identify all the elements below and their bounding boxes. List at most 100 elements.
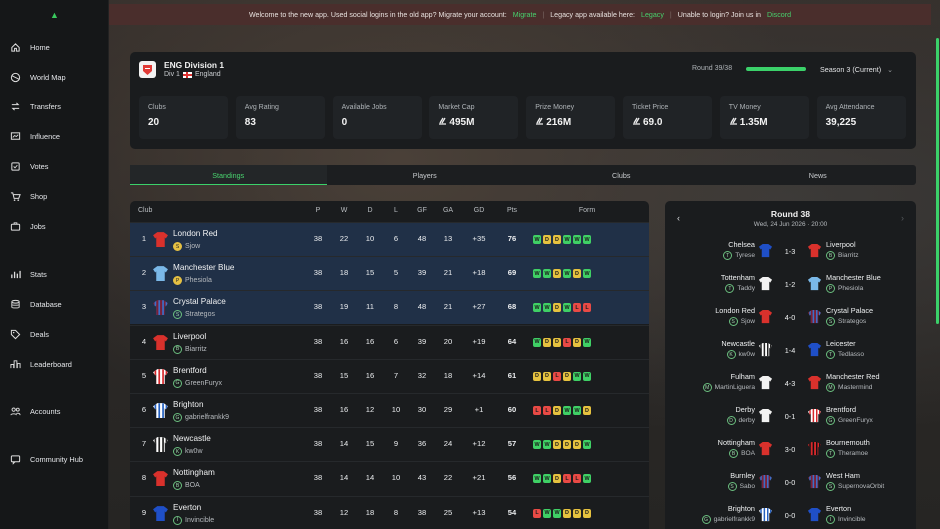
fixture-row[interactable]: Derby Dderby 0-1 Brentford G GreenFuryx <box>665 400 916 433</box>
manager-avatar-icon: S <box>173 310 182 320</box>
table-row[interactable]: 7 Newcastle Kkw0w 38 14 15 9 36 24 +12 57 W W D D D W <box>130 427 649 461</box>
stat-value: 39,225 <box>826 117 897 128</box>
sidebar-item-accounts[interactable]: Accounts <box>9 404 60 418</box>
fixture-row[interactable]: Brighton Ggabrielfrankk9 0-0 Everton I Invinc… <box>665 499 916 529</box>
migrate-link[interactable]: Migrate <box>513 11 537 19</box>
form-guide: WDDLDW <box>533 337 591 347</box>
away-manager-name: SupernovaOrbit <box>838 483 885 490</box>
cell-d: 16 <box>365 370 375 380</box>
sidebar-item-influence[interactable]: Influence <box>9 129 60 143</box>
home-manager-name: Tyrese <box>735 252 755 259</box>
manager-avatar-icon: M <box>826 383 835 392</box>
sidebar-item-transfers[interactable]: Transfers <box>9 99 61 113</box>
round-title: Round 38 <box>770 209 811 219</box>
fixture-row[interactable]: Newcastle Kkw0w 1-4 Leicester T Tedlasso <box>665 334 916 367</box>
manager-avatar-icon: K <box>726 350 736 359</box>
club-name[interactable]: Manchester Blue <box>173 263 234 272</box>
col-wins[interactable]: W <box>336 207 352 214</box>
fixture-row[interactable]: Burnley S Sabo 0-0 West Ham S SupernovaOrbit <box>665 466 916 499</box>
sidebar-item-database[interactable]: Database <box>9 297 62 311</box>
manager-name[interactable]: BOA <box>185 482 200 489</box>
banner-text-1: Welcome to the new app. Used social logi… <box>248 10 507 19</box>
col-losses[interactable]: L <box>388 207 404 214</box>
col-played[interactable]: P <box>310 207 326 214</box>
manager-name[interactable]: Invincible <box>185 517 214 524</box>
cell-gd: +35 <box>472 234 486 243</box>
table-row[interactable]: 9 Everton I Invincible 38 12 18 8 38 25 +13 54 L W W D D… <box>130 495 649 529</box>
home-kit-icon <box>758 408 773 423</box>
cell-pts: 60 <box>507 405 517 414</box>
table-row[interactable]: 1 London Red S Sjow 38 22 10 6 48 13 +35 76 W D D W W W <box>130 222 649 256</box>
manager-name[interactable]: Phesiola <box>185 277 212 284</box>
sidebar-item-world-map[interactable]: World Map <box>9 70 66 84</box>
manager-name[interactable]: gabrielfrankk9 <box>185 414 229 421</box>
tab-news[interactable]: News <box>720 165 917 185</box>
fixture-row[interactable]: Chelsea T Tyrese 1-3 Liverpool B Biarritz <box>665 235 916 268</box>
club-name[interactable]: Crystal Palace <box>173 297 226 306</box>
stat-card-prize-money: Prize Money 216M <box>526 96 616 139</box>
season-select[interactable]: Season 3 (Current) ⌄ <box>820 65 893 74</box>
manager-name[interactable]: Sjow <box>185 243 200 250</box>
form-result-badge: D <box>573 440 581 450</box>
tab-standings[interactable]: Standings <box>130 165 327 185</box>
col-form[interactable]: Form <box>570 207 604 214</box>
stat-value-text: 495M <box>449 117 475 128</box>
form-result-badge: L <box>543 406 551 415</box>
away-team-name: Brentford <box>826 405 857 414</box>
sidebar-item-community-hub[interactable]: Community Hub <box>9 452 83 466</box>
club-name[interactable]: Liverpool <box>173 332 206 341</box>
club-name[interactable]: Brighton <box>173 400 204 409</box>
col-goal-diff[interactable]: GD <box>469 207 489 214</box>
cell-p: 38 <box>313 302 323 312</box>
stat-value: 20 <box>148 117 219 128</box>
away-manager: T Tedlasso <box>826 350 864 359</box>
form-result-badge: D <box>573 337 581 347</box>
tab-players[interactable]: Players <box>327 165 524 185</box>
club-kit-icon <box>152 505 169 522</box>
discord-link[interactable]: Discord <box>767 11 791 19</box>
club-name[interactable]: London Red <box>173 229 218 238</box>
sidebar-item-shop[interactable]: Shop <box>9 189 47 203</box>
scrollbar[interactable] <box>936 38 939 324</box>
col-goals-against[interactable]: GA <box>440 207 456 214</box>
sidebar-item-deals[interactable]: Deals <box>9 327 49 341</box>
manager-name[interactable]: GreenFuryx <box>185 380 222 387</box>
col-club[interactable]: Club <box>138 207 152 214</box>
tab-bar: Standings Players Clubs News <box>130 165 916 185</box>
manager-name[interactable]: Strategos <box>185 311 215 318</box>
table-row[interactable]: 3 Crystal Palace S Strategos 38 19 11 8 48 21 +27 6… <box>130 290 649 325</box>
club-name[interactable]: Everton <box>173 503 201 512</box>
table-row[interactable]: 5 Brentford G GreenFuryx 38 15 16 7 32 18 +14 61 D D L… <box>130 358 649 393</box>
manager-avatar-icon: G <box>701 515 711 524</box>
club-name[interactable]: Nottingham <box>173 468 215 477</box>
fixture-row[interactable]: London Red S Sjow 4-0 Crystal Palace S Strateg… <box>665 301 916 334</box>
col-draws[interactable]: D <box>362 207 378 214</box>
cell-d: 16 <box>365 336 375 346</box>
sidebar-item-home[interactable]: Home <box>9 40 50 54</box>
manager-name[interactable]: kw0w <box>185 448 203 455</box>
cell-d: 11 <box>366 302 374 312</box>
home-kit-icon <box>758 276 773 291</box>
fixture-row[interactable]: Nottingham B BOA 3-0 Bournemouth T Theramoe <box>665 433 916 466</box>
legacy-link[interactable]: Legacy <box>641 11 664 19</box>
table-row[interactable]: 8 Nottingham B BOA 38 14 14 10 43 22 +21 56 W W D L L W <box>130 461 649 495</box>
table-row[interactable]: 6 Brighton Ggabrielfrankk9 38 16 12 10 30 29 +1 60… <box>130 393 649 427</box>
manager-name[interactable]: Biarritz <box>185 346 207 353</box>
briefcase-icon <box>9 220 21 232</box>
database-icon <box>9 298 21 310</box>
tab-clubs[interactable]: Clubs <box>523 165 720 185</box>
table-row[interactable]: 2 Manchester Blue P Phesiola 38 18 15 5 39 21 +18 6… <box>130 256 649 291</box>
table-row[interactable]: 4 Liverpool B Biarritz 38 16 16 6 39 20 +19 64 W D D L D… <box>130 324 649 359</box>
club-name[interactable]: Brentford <box>173 366 207 375</box>
manager-avatar-icon: B <box>173 481 182 491</box>
sidebar-item-stats[interactable]: Stats <box>9 267 47 281</box>
away-manager: P Phesiola <box>826 284 863 293</box>
sidebar-item-votes[interactable]: Votes <box>9 159 49 173</box>
sidebar-item-jobs[interactable]: Jobs <box>9 219 46 233</box>
fixture-row[interactable]: Tottenham T Taddy 1-2 Manchester Blue P Phesio… <box>665 268 916 301</box>
sidebar-item-leaderboard[interactable]: Leaderboard <box>9 357 72 371</box>
fixture-row[interactable]: Fulham M MartinLiguera 4-3 Manchester Red M Ma… <box>665 367 916 400</box>
col-goals-for[interactable]: GF <box>414 207 430 214</box>
club-name[interactable]: Newcastle <box>173 434 211 443</box>
col-points[interactable]: Pts <box>502 207 522 214</box>
